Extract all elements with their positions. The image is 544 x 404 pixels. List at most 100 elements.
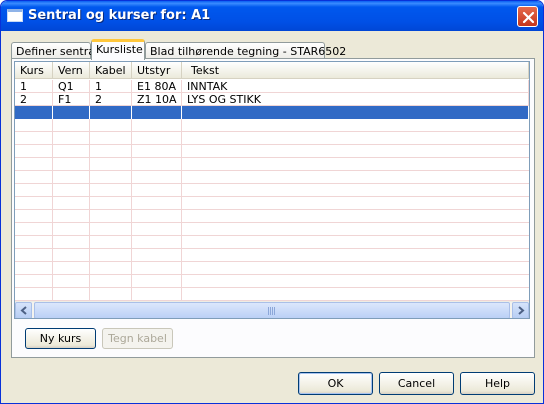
grid-line [52,119,53,132]
draw-cable-button[interactable]: Tegn kabel [102,328,173,349]
cell-utstyr [132,106,182,119]
grid-line [181,262,182,275]
empty-row [15,119,529,132]
column-header-vern[interactable]: Vern [53,62,90,79]
grid-line [131,119,132,132]
list-body: 1 Q1 1 E1 80A INNTAK 2 F1 2 Z1 10A LYS O… [15,80,529,302]
scroll-right-button[interactable] [512,302,529,318]
grid-line [52,288,53,301]
grid-line [131,262,132,275]
grid-line [131,132,132,145]
window-icon [7,9,23,22]
grid-line [181,210,182,223]
grid-line [181,184,182,197]
empty-row [15,236,529,249]
empty-row [15,262,529,275]
grid-line [181,171,182,184]
cell-vern: F1 [53,93,90,106]
empty-row [15,158,529,171]
tab-definer-sentral[interactable]: Definer sentral [11,42,98,59]
grid-line [52,275,53,288]
cell-kabel [90,106,132,119]
column-header-utstyr[interactable]: Utstyr [132,62,182,79]
table-row-selected[interactable] [15,106,529,119]
dialog-window: Sentral og kurser for: A1 Definer sentra… [0,0,544,404]
grid-line [52,171,53,184]
grid-line [52,210,53,223]
grid-line [89,288,90,301]
scroll-left-button[interactable] [15,302,32,318]
cell-vern: Q1 [53,80,90,93]
cell-utstyr: Z1 10A [132,93,182,106]
grid-line [52,158,53,171]
grid-line [131,275,132,288]
grid-line [181,197,182,210]
column-header-kabel[interactable]: Kabel [90,62,132,79]
grid-line [89,158,90,171]
cell-kurs: 2 [15,93,53,106]
grid-line [181,158,182,171]
list-header: Kurs Vern Kabel Utstyr Tekst [15,62,529,79]
help-button[interactable]: Help [460,372,535,395]
empty-row [15,288,529,301]
ok-button[interactable]: OK [298,372,373,395]
grid-line [181,119,182,132]
grid-line [181,223,182,236]
empty-row [15,223,529,236]
empty-row [15,249,529,262]
empty-row [15,184,529,197]
cell-tekst: LYS OG STIKK [182,93,529,106]
empty-row [15,132,529,145]
grid-line [131,197,132,210]
horizontal-scrollbar[interactable] [15,301,529,318]
column-header-kurs[interactable]: Kurs [15,62,53,79]
grid-line [181,236,182,249]
column-header-tekst[interactable]: Tekst [182,62,529,79]
grid-line [89,184,90,197]
grid-line [52,197,53,210]
empty-row [15,210,529,223]
scroll-right-icon [518,306,525,315]
empty-row [15,197,529,210]
grid-line [89,223,90,236]
grid-line [181,145,182,158]
grid-line [89,132,90,145]
table-row[interactable]: 1 Q1 1 E1 80A INNTAK [15,80,529,93]
grid-line [52,236,53,249]
cell-kabel: 1 [90,80,132,93]
grid-line [89,262,90,275]
tab-blad-tegning[interactable]: Blad tilhørende tegning - STAR6502 [145,42,346,59]
grid-line [89,145,90,158]
grid-line [181,288,182,301]
grid-line [89,197,90,210]
grid-line [181,132,182,145]
grid-line [131,223,132,236]
close-icon [522,11,535,24]
grid-line [52,249,53,262]
grid-line [181,249,182,262]
table-row[interactable]: 2 F1 2 Z1 10A LYS OG STIKK [15,93,529,106]
grid-line [52,145,53,158]
grid-line [52,184,53,197]
grid-line [131,158,132,171]
grid-line [52,132,53,145]
new-course-button[interactable]: Ny kurs [25,328,96,349]
grid-line [89,171,90,184]
cancel-button[interactable]: Cancel [379,372,454,395]
title-bar[interactable]: Sentral og kurser for: A1 [1,1,543,31]
grid-line [131,184,132,197]
tab-panel: Kurs Vern Kabel Utstyr Tekst 1 Q1 1 E1 8… [11,58,535,358]
window-title: Sentral og kurser for: A1 [28,8,211,23]
empty-row [15,275,529,288]
grid-line [89,236,90,249]
cell-tekst [182,106,529,119]
scroll-thumb[interactable] [34,302,510,318]
close-button[interactable] [517,6,538,27]
grid-line [131,236,132,249]
tab-kursliste[interactable]: Kursliste [91,39,145,60]
course-list[interactable]: Kurs Vern Kabel Utstyr Tekst 1 Q1 1 E1 8… [14,61,530,319]
grid-line [131,288,132,301]
grid-line [131,249,132,262]
cell-utstyr: E1 80A [132,80,182,93]
empty-row [15,171,529,184]
